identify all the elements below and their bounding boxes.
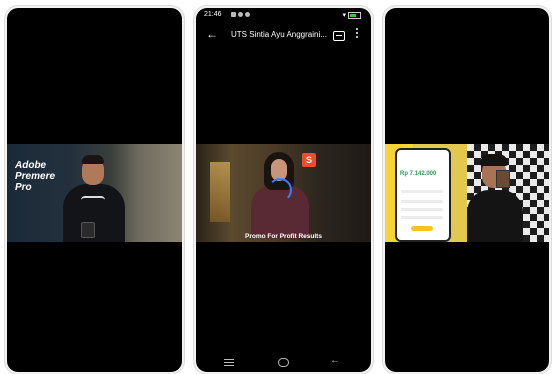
- phone-screen-2: 21:46 ▾ ← UTS Sintia Ayu Anggraini... S …: [196, 8, 371, 372]
- overlay-line-3: Pro: [15, 182, 32, 193]
- home-icon[interactable]: [278, 358, 289, 367]
- status-bar: 21:46 ▾: [196, 8, 371, 21]
- video-player[interactable]: S Promo For Profit Results: [196, 144, 371, 242]
- phone-screen-3: Rp 7.142.000: [385, 8, 549, 372]
- notification-icon: [238, 12, 243, 17]
- loading-spinner: [268, 178, 292, 202]
- shirt-print: [81, 196, 105, 206]
- notification-icon: [231, 12, 236, 17]
- notification-icon: [245, 12, 250, 17]
- video-overlay-text: Adobe Premere Pro: [15, 160, 75, 193]
- recents-icon[interactable]: [224, 359, 234, 368]
- system-nav-bar: ←: [196, 354, 371, 372]
- wall-photo: [496, 170, 510, 188]
- overlay-line-2: Premere: [15, 171, 56, 182]
- video-title: UTS Sintia Ayu Anggraini...: [231, 30, 327, 39]
- video-player[interactable]: Rp 7.142.000: [385, 144, 549, 242]
- video-caption: Promo For Profit Results: [245, 233, 322, 240]
- battery-icon: [348, 11, 361, 19]
- signal-icon: ▾: [342, 12, 347, 19]
- app-balance: Rp 7.142.000: [400, 171, 437, 177]
- app-row: [401, 200, 443, 203]
- app-row: [401, 208, 443, 211]
- phone-screen-1: Adobe Premere Pro: [7, 8, 182, 372]
- background-lamp: [210, 162, 230, 222]
- presenter-hair: [480, 154, 508, 166]
- status-time: 21:46: [204, 11, 222, 18]
- video-player[interactable]: Adobe Premere Pro: [7, 144, 182, 242]
- back-arrow-icon[interactable]: ←: [206, 27, 218, 41]
- app-button: [411, 226, 433, 231]
- more-vert-icon[interactable]: [356, 28, 359, 40]
- app-mockup: Rp 7.142.000: [395, 148, 451, 242]
- status-icons: ▾: [343, 11, 361, 19]
- nav-back-icon[interactable]: ←: [330, 355, 340, 366]
- presenter-hair: [82, 155, 104, 164]
- captions-icon[interactable]: [333, 31, 345, 41]
- app-row: [401, 216, 443, 219]
- shopping-bag-icon: S: [302, 153, 316, 167]
- handheld-phone: [81, 222, 95, 238]
- presenter-body: [467, 190, 523, 242]
- overlay-line-1: Adobe: [15, 160, 47, 171]
- app-row: [401, 190, 443, 193]
- app-toolbar: ← UTS Sintia Ayu Anggraini...: [196, 23, 371, 47]
